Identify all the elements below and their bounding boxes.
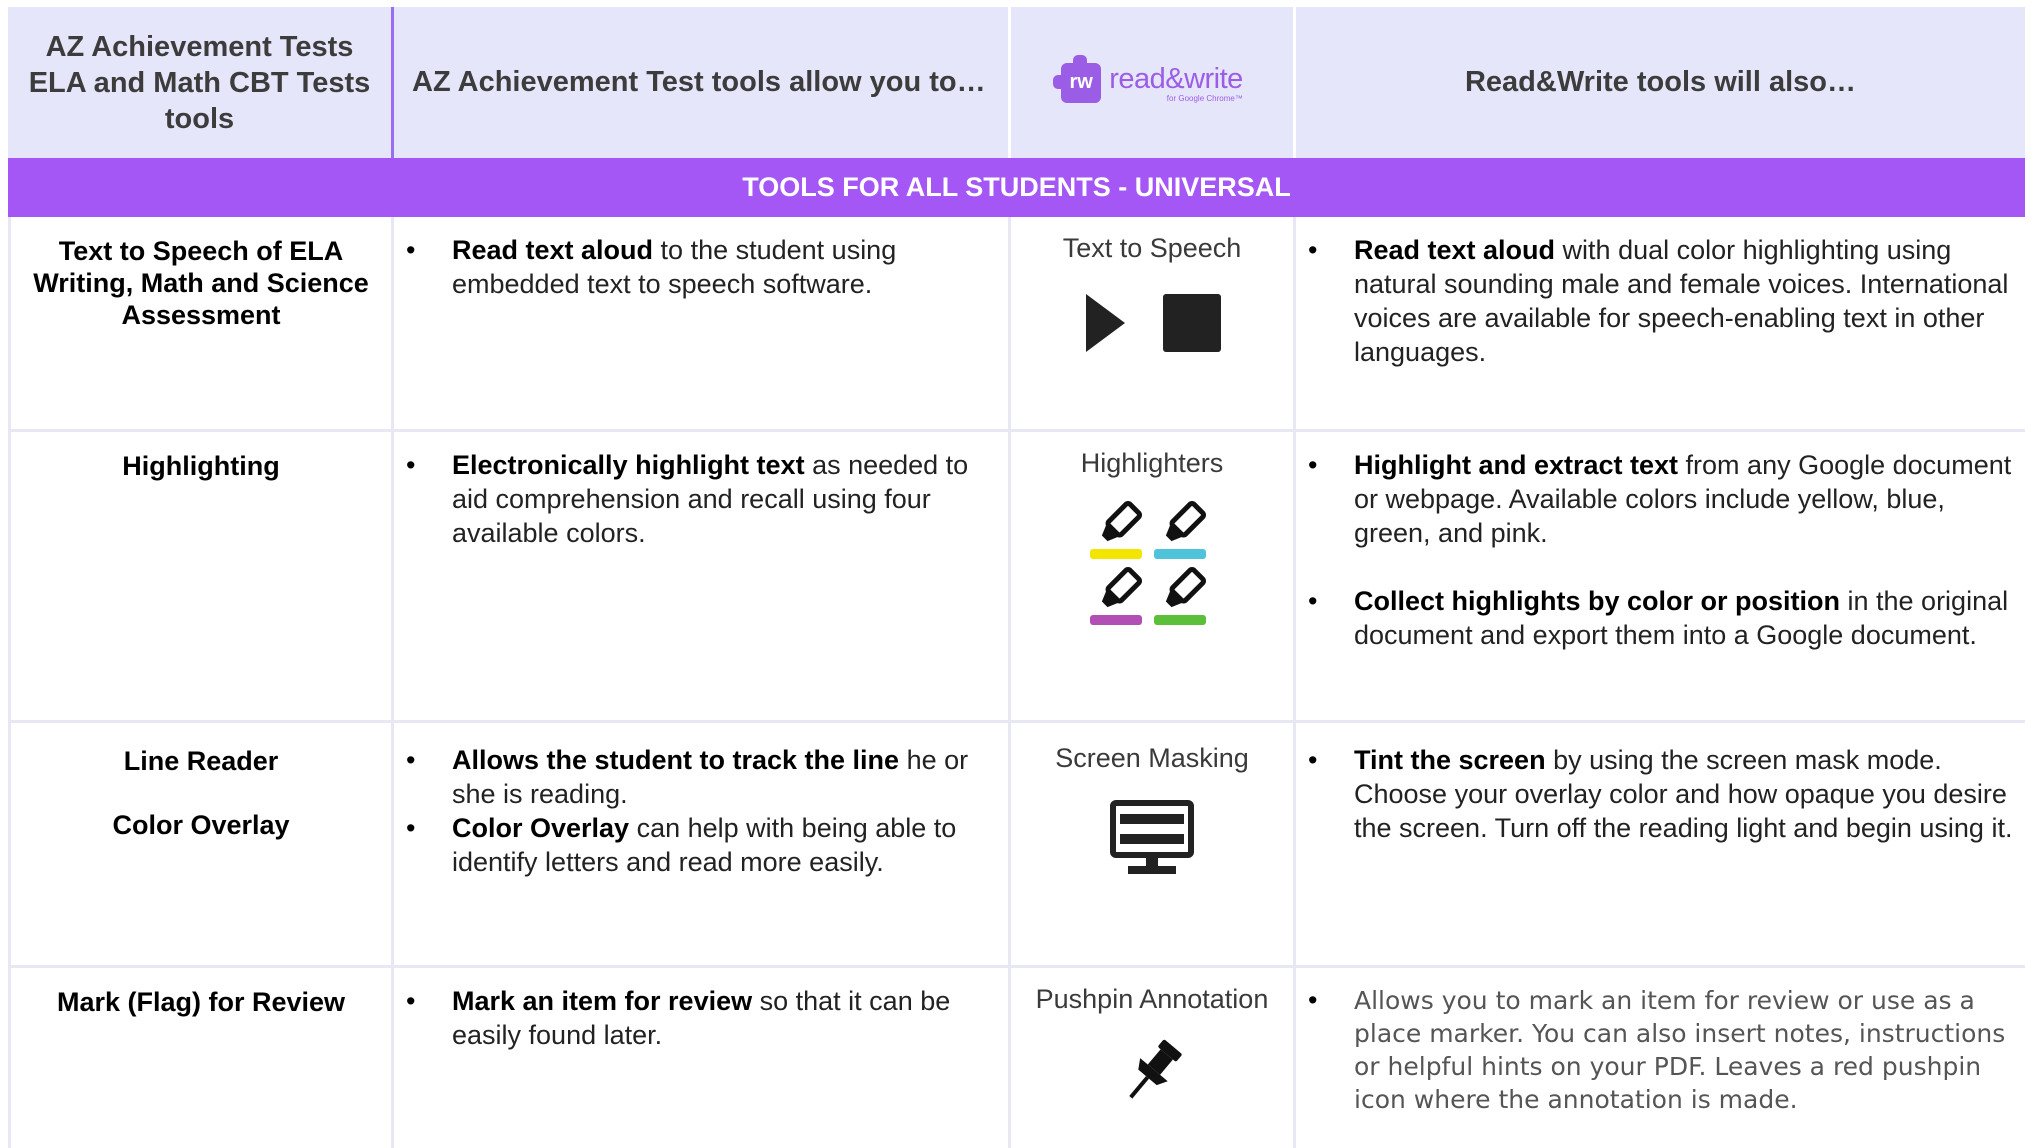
header-row: AZ Achievement Tests ELA and Math CBT Te… [8,7,2025,158]
rw-tool-label: Pushpin Annotation [1035,984,1269,1014]
list-item: Read text aloud to the student using emb… [394,233,998,301]
header-az-tools: AZ Achievement Tests ELA and Math CBT Te… [8,7,394,158]
az-bullets: Electronically highlight text as needed … [394,432,1008,550]
rw-bullets: Tint the screen by using the screen mask… [1296,723,2025,845]
stop-icon [1163,294,1221,352]
puzzle-icon: rw [1053,54,1102,103]
tool-name: Text to Speech of ELA Writing, Math and … [33,236,369,330]
rw-bullets: Allows you to mark an item for review or… [1296,968,2025,1116]
play-icon [1086,294,1125,352]
rw-tool-label: Highlighters [1080,448,1224,478]
tool-name-line-reader: Line Reader [123,746,279,776]
header-az-allow: AZ Achievement Test tools allow you to… [394,7,1011,158]
list-item: Allows the student to track the line he … [394,743,998,811]
rw-tool-label: Text to Speech [1062,233,1242,263]
comparison-table: AZ Achievement Tests ELA and Math CBT Te… [8,7,2025,1148]
table-row: Mark (Flag) for Review Mark an item for … [8,968,2025,1148]
highlighter-pink-icon [1090,566,1143,625]
table-row: Highlighting Electronically highlight te… [8,432,2025,723]
rw-bullets: Highlight and extract text from any Goog… [1296,432,2025,652]
readwrite-logo: rw read&write for Google Chrome™ [1053,54,1243,103]
logo-wordmark: read&write [1109,62,1243,95]
list-item: Mark an item for review so that it can b… [394,984,998,1052]
list-item: Read text aloud with dual color highligh… [1296,233,2015,369]
pushpin-icon [1129,1039,1182,1099]
table-row: Text to Speech of ELA Writing, Math and … [8,217,2025,432]
list-item: Collect highlights by color or position … [1296,584,2015,652]
section-banner: TOOLS FOR ALL STUDENTS - UNIVERSAL [8,158,2025,217]
list-item: Color Overlay can help with being able t… [394,811,998,879]
highlighter-green-icon [1154,566,1207,625]
highlighter-blue-icon [1154,500,1207,559]
logo-subtitle: for Google Chrome™ [1166,93,1243,103]
list-item: Allows you to mark an item for review or… [1296,984,2015,1116]
screen-mask-icon [1110,800,1194,874]
rw-bullets: Read text aloud with dual color highligh… [1296,217,2025,369]
highlighters-group [1090,500,1207,625]
header-rw-also: Read&Write tools will also… [1464,66,1857,98]
list-item: Highlight and extract text from any Goog… [1296,448,2015,550]
list-item: Electronically highlight text as needed … [394,448,998,550]
list-item: Tint the screen by using the screen mask… [1296,743,2015,845]
header-logo-cell: rw read&write for Google Chrome™ [1011,7,1296,158]
table-row: Line Reader Color Overlay Allows the stu… [8,723,2025,968]
tool-name: Mark (Flag) for Review [56,987,346,1017]
tool-name: Highlighting [122,451,280,481]
az-bullets: Read text aloud to the student using emb… [394,217,1008,301]
rw-tool-label: Screen Masking [1055,743,1249,773]
tool-name-color-overlay: Color Overlay [112,810,290,840]
az-bullets: Allows the student to track the line he … [394,723,1008,879]
highlighter-yellow-icon [1090,500,1143,559]
az-bullets: Mark an item for review so that it can b… [394,968,1008,1052]
